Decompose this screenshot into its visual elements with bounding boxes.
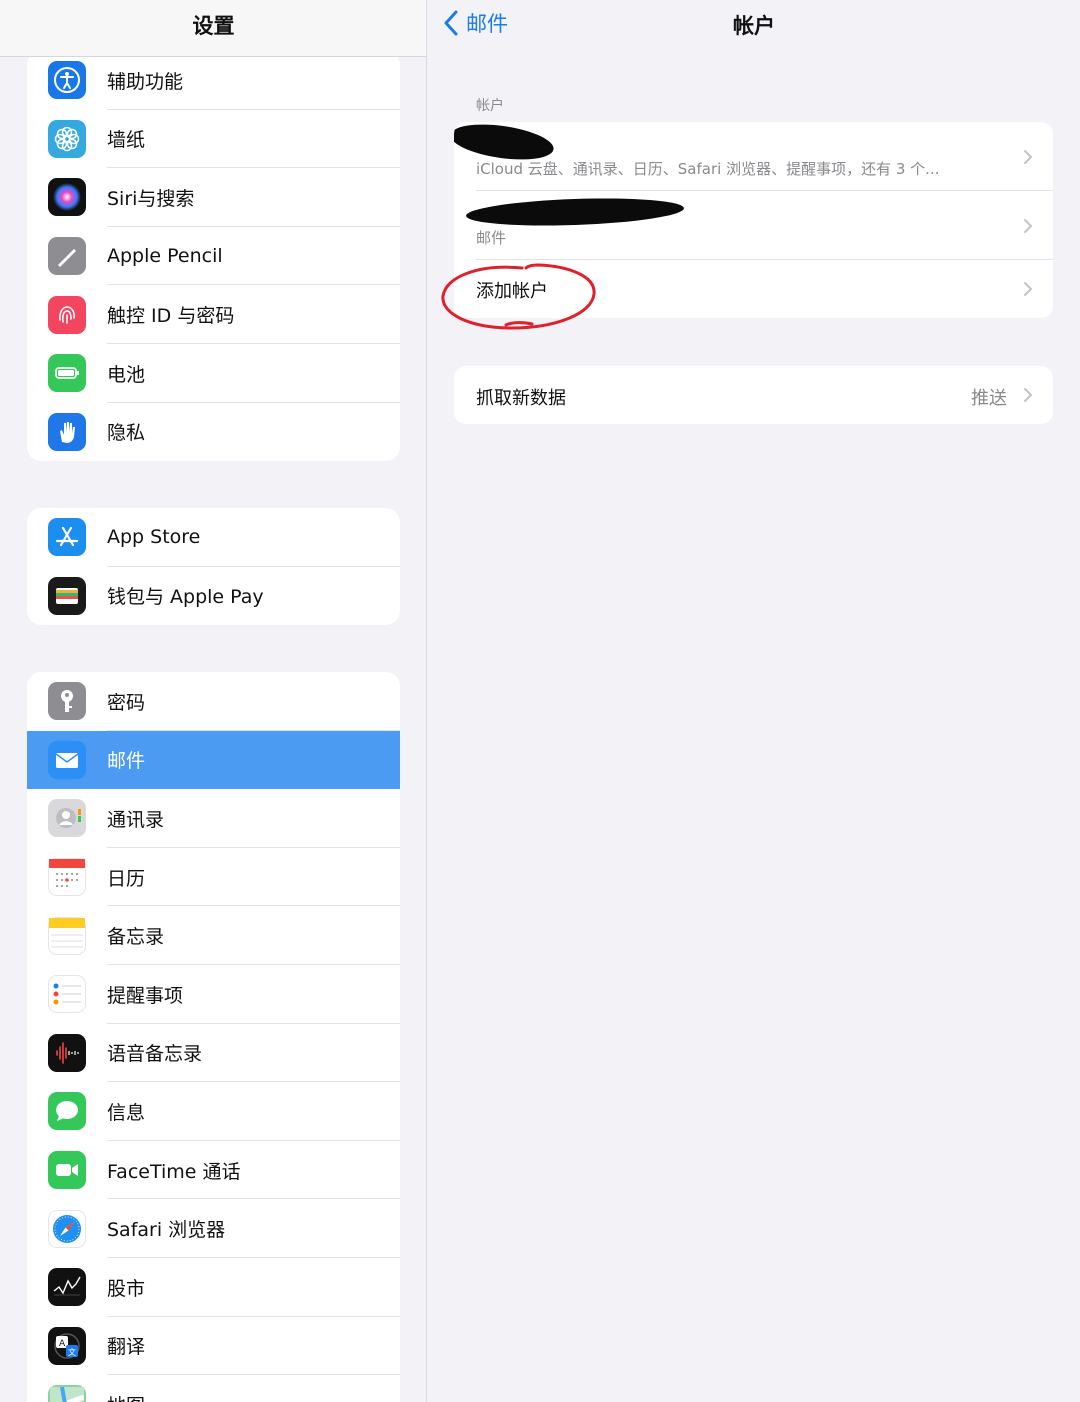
page-title: 帐户 — [733, 14, 775, 38]
sidebar-item-translate[interactable]: A文 翻译 — [27, 1317, 400, 1376]
sidebar-item-label: 隐私 — [107, 422, 146, 445]
sidebar-item-privacy[interactable]: 隐私 — [27, 403, 400, 462]
stocks-icon — [48, 1268, 86, 1307]
sidebar-item-wallpaper[interactable]: 墙纸 — [27, 110, 400, 169]
account-services: 邮件 — [476, 229, 507, 247]
account-row-icloud[interactable]: iCloud 云盘、通讯录、日历、Safari 浏览器、提醒事项，还有 3 个.… — [454, 122, 1053, 191]
sidebar-item-label: App Store — [107, 526, 201, 549]
mail-accounts-pane: 邮件 帐户 帐户 iCloud 云盘、通讯录、日历、Safari 浏览器、提醒事… — [428, 0, 1080, 1402]
sidebar-item-label: 密码 — [107, 691, 146, 714]
key-icon — [48, 682, 86, 721]
chevron-right-icon — [1024, 282, 1033, 296]
sidebar-item-label: 日历 — [107, 867, 146, 890]
sidebar-item-mail[interactable]: 邮件 — [27, 730, 400, 790]
sidebar-item-label: 墙纸 — [107, 129, 146, 152]
sidebar-item-label: 提醒事项 — [107, 984, 184, 1007]
translate-icon: A文 — [48, 1326, 86, 1365]
sidebar-item-wallet[interactable]: 钱包与 Apple Pay — [27, 567, 400, 626]
sidebar-item-battery[interactable]: 电池 — [27, 344, 400, 403]
sidebar-item-label: 信息 — [107, 1101, 146, 1124]
fetch-new-data-label: 抓取新数据 — [476, 388, 566, 409]
sidebar-item-label: 语音备忘录 — [107, 1043, 203, 1066]
section-header-accounts: 帐户 — [476, 98, 504, 114]
sidebar-item-calendar[interactable]: 日历 — [27, 848, 400, 907]
chevron-right-icon — [1024, 149, 1033, 164]
sidebar-item-label: 通讯录 — [107, 808, 165, 831]
maps-icon — [48, 1385, 86, 1402]
account-services: iCloud 云盘、通讯录、日历、Safari 浏览器、提醒事项，还有 3 个.… — [476, 160, 940, 178]
fetch-settings-list: 抓取新数据 推送 — [454, 366, 1053, 424]
sidebar-item-label: 辅助功能 — [107, 70, 184, 93]
sidebar-item-stocks[interactable]: 股市 — [27, 1258, 400, 1317]
wallet-icon — [48, 576, 86, 615]
add-account-label: 添加帐户 — [476, 281, 548, 302]
sidebar-item-siri[interactable]: Siri与搜索 — [27, 168, 400, 227]
sidebar-item-touch-id[interactable]: 触控 ID 与密码 — [27, 285, 400, 344]
wallpaper-icon — [48, 119, 86, 158]
accounts-list: iCloud 云盘、通讯录、日历、Safari 浏览器、提醒事项，还有 3 个.… — [454, 122, 1053, 318]
notes-icon — [48, 916, 86, 955]
sidebar-header: 设置 — [0, 0, 426, 57]
sidebar-item-safari[interactable]: Safari 浏览器 — [27, 1199, 400, 1258]
sidebar-item-label: 钱包与 Apple Pay — [107, 586, 264, 609]
sidebar-item-label: Apple Pencil — [107, 245, 223, 268]
sidebar-item-label: 地图 — [107, 1391, 145, 1402]
pencil-icon — [48, 237, 86, 276]
sidebar-item-label: 备忘录 — [107, 926, 165, 949]
battery-icon — [48, 354, 86, 393]
sidebar-item-facetime[interactable]: FaceTime 通话 — [27, 1141, 400, 1200]
sidebar-item-label: 翻译 — [107, 1336, 146, 1359]
settings-group-general: 辅助功能 墙纸 Siri与搜索 Apple Pencil 触控 ID 与密码 电… — [27, 51, 400, 462]
sidebar-item-label: 电池 — [107, 363, 146, 386]
siri-icon — [48, 178, 86, 217]
sidebar-item-label: FaceTime 通话 — [107, 1160, 241, 1183]
sidebar-item-messages[interactable]: 信息 — [27, 1082, 400, 1141]
fingerprint-icon — [48, 295, 86, 334]
accessibility-icon — [48, 61, 86, 100]
sidebar-title: 设置 — [192, 14, 235, 38]
sidebar-item-label: 股市 — [107, 1277, 146, 1300]
settings-group-apps: 密码 邮件 通讯录 日历 备忘录 提醒事项 语音备忘录 信息 FaceTime … — [27, 672, 400, 1402]
sidebar-item-maps[interactable]: 地图 — [27, 1375, 400, 1402]
voice-memos-icon — [48, 1033, 86, 1072]
messages-icon — [48, 1092, 86, 1131]
sidebar-item-reminders[interactable]: 提醒事项 — [27, 965, 400, 1024]
safari-icon — [48, 1209, 86, 1248]
account-row-email[interactable]: 邮件 — [454, 191, 1053, 260]
sidebar-item-apple-pencil[interactable]: Apple Pencil — [27, 227, 400, 286]
settings-sidebar: 设置 辅助功能 墙纸 Siri与搜索 Apple Pencil 触控 ID 与密… — [0, 0, 427, 1402]
sidebar-item-contacts[interactable]: 通讯录 — [27, 789, 400, 848]
fetch-new-data-row[interactable]: 抓取新数据 推送 — [454, 366, 1053, 424]
sidebar-item-label: 触控 ID 与密码 — [107, 305, 235, 328]
sidebar-item-app-store[interactable]: App Store — [27, 508, 400, 567]
privacy-hand-icon — [48, 412, 86, 451]
mail-icon — [48, 740, 86, 779]
sidebar-item-label: Siri与搜索 — [107, 187, 195, 210]
sidebar-item-label: 邮件 — [107, 750, 146, 773]
chevron-right-icon — [1024, 218, 1033, 233]
settings-group-store: App Store 钱包与 Apple Pay — [27, 508, 400, 626]
sidebar-item-passwords[interactable]: 密码 — [27, 672, 400, 731]
sidebar-item-label: Safari 浏览器 — [107, 1219, 226, 1242]
add-account-button[interactable]: 添加帐户 — [454, 260, 1053, 318]
sidebar-item-voice-memos[interactable]: 语音备忘录 — [27, 1024, 400, 1083]
sidebar-item-notes[interactable]: 备忘录 — [27, 906, 400, 965]
reminders-icon — [48, 975, 86, 1014]
facetime-icon — [48, 1151, 86, 1190]
contacts-icon — [48, 799, 86, 838]
fetch-new-data-value: 推送 — [971, 388, 1007, 409]
app-store-icon — [48, 518, 86, 557]
redacted-email-address — [465, 195, 685, 229]
sidebar-item-accessibility[interactable]: 辅助功能 — [27, 51, 400, 110]
svg-text:文: 文 — [68, 1347, 76, 1357]
chevron-right-icon — [1024, 388, 1033, 402]
calendar-icon — [48, 858, 86, 897]
svg-text:A: A — [59, 1339, 66, 1349]
